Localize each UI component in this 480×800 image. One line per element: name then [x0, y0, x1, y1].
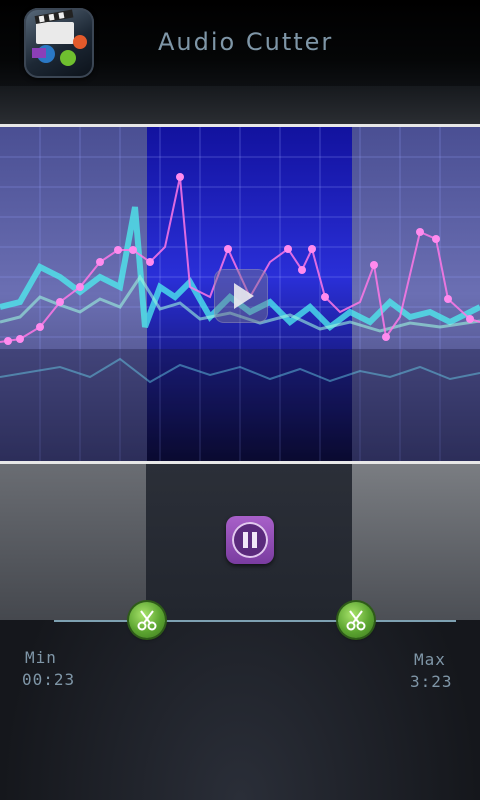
trimmed-region-left: [0, 464, 146, 620]
pause-icon: [232, 522, 268, 558]
trim-control-panel: Min 00:23 Max 3:23: [0, 464, 480, 800]
max-time: 3:23: [410, 672, 453, 691]
scissors-icon: [137, 610, 157, 631]
play-button[interactable]: [214, 269, 268, 323]
pause-button[interactable]: [226, 516, 274, 564]
start-trim-handle[interactable]: [129, 602, 165, 638]
min-time: 00:23: [22, 670, 76, 689]
app-logo-icon: [24, 8, 94, 78]
trimmed-region-right: [352, 464, 480, 620]
max-label: Max: [414, 650, 446, 669]
scissors-icon: [346, 610, 366, 631]
min-label: Min: [25, 648, 57, 667]
toolbar-strip: [0, 86, 480, 124]
app-header: Audio Cutter: [0, 0, 480, 86]
app-title: Audio Cutter: [158, 28, 334, 56]
audio-visualizer: [0, 124, 480, 464]
trim-track[interactable]: [54, 620, 456, 622]
end-trim-handle[interactable]: [338, 602, 374, 638]
